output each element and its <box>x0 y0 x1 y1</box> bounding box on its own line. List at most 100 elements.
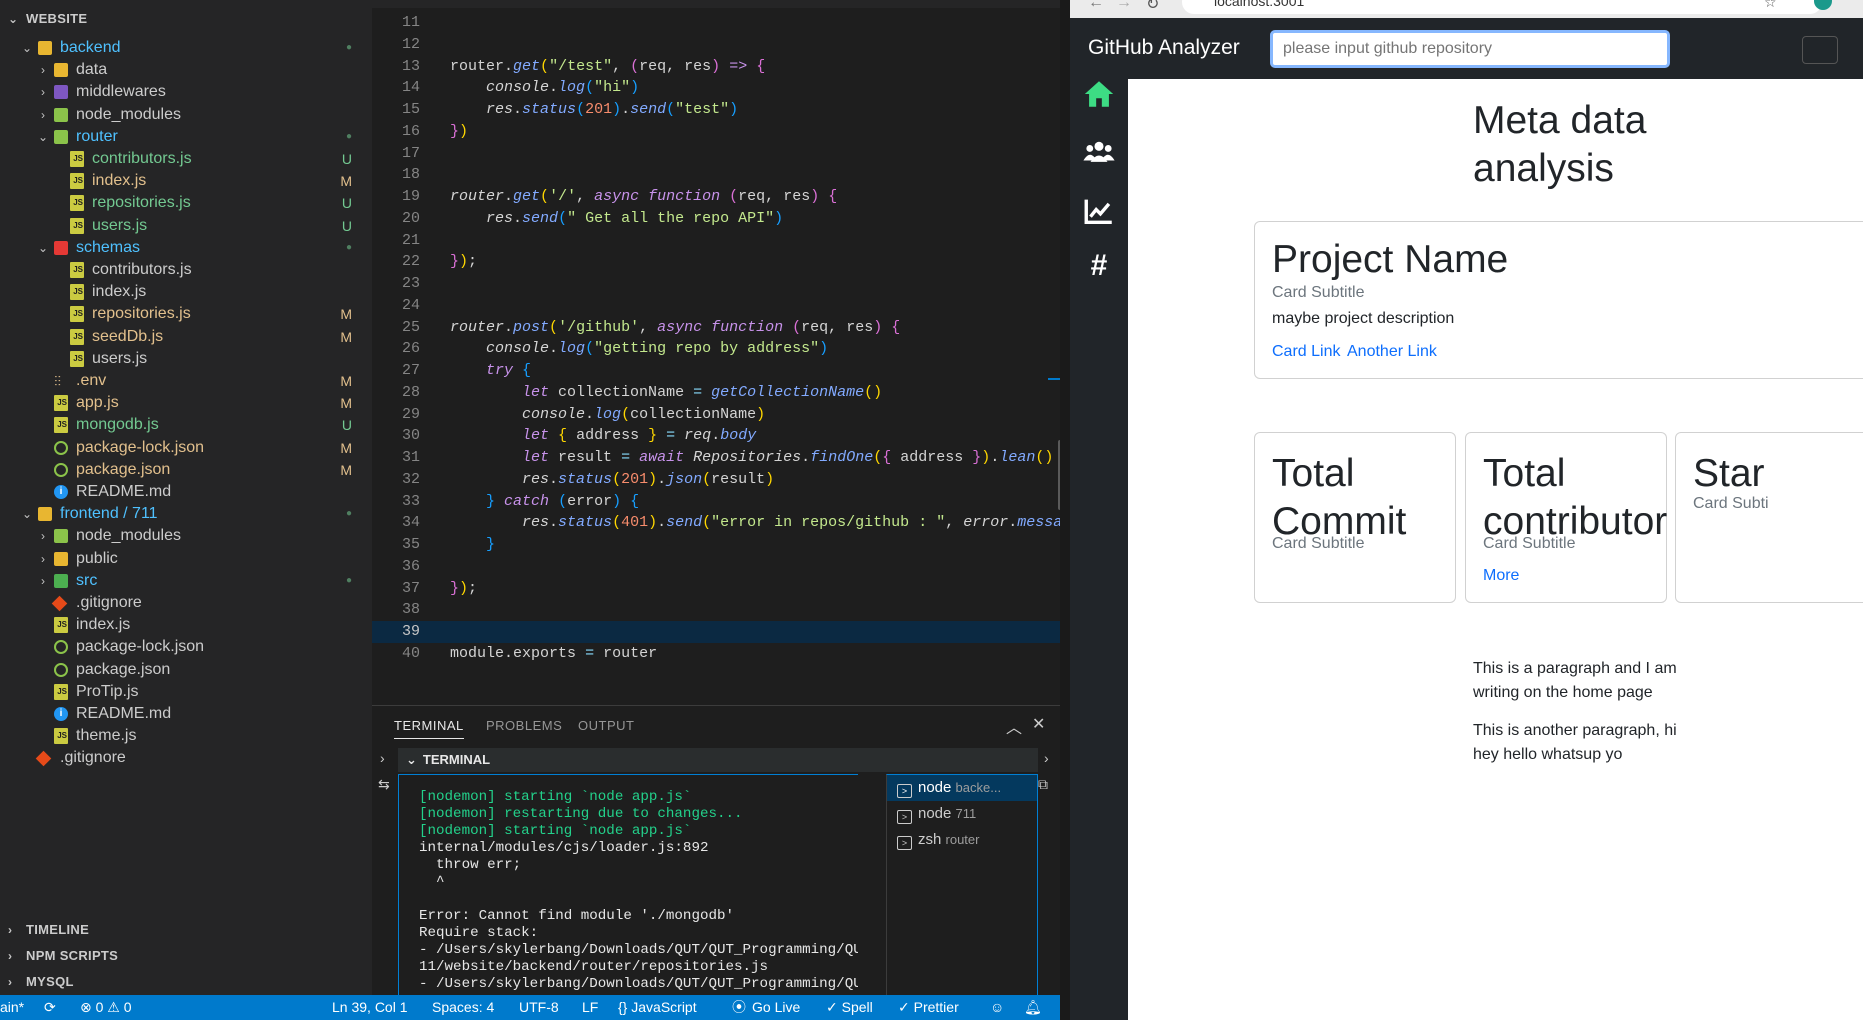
forward-icon[interactable]: → <box>1116 0 1132 12</box>
folder-icon <box>54 573 68 588</box>
line-number: 36 <box>401 557 420 575</box>
code-line[interactable]: 21 <box>372 230 1060 252</box>
sync-icon[interactable]: ⟳ <box>44 995 56 1020</box>
bell-icon[interactable]: 🔔︎ <box>1024 995 1042 1020</box>
hashtag-icon[interactable]: # <box>1082 249 1116 283</box>
users-icon[interactable] <box>1082 135 1116 169</box>
line-number: 26 <box>401 340 420 358</box>
terminal-instance[interactable]: > node 711 <box>887 801 1037 827</box>
cursor-position[interactable]: Ln 39, Col 1 <box>332 995 408 1020</box>
code-line[interactable]: 27 try { <box>372 360 1060 382</box>
language-mode[interactable]: {} JavaScript <box>618 995 697 1020</box>
terminal-instance[interactable]: > zsh router <box>887 827 1037 853</box>
code-line[interactable]: 28 let collectionName = getCollectionNam… <box>372 382 1060 404</box>
code-line[interactable]: 30 let { address } = req.body <box>372 425 1060 447</box>
line-number: 17 <box>401 144 420 162</box>
code-line[interactable]: 12 <box>372 34 1060 56</box>
code-line[interactable]: 24 <box>372 295 1060 317</box>
code-line[interactable]: 25 router.post('/github', async function … <box>372 317 1060 339</box>
line-source: try { <box>486 362 532 379</box>
encoding[interactable]: UTF-8 <box>519 995 559 1020</box>
code-line[interactable]: 14 console.log("hi") <box>372 77 1060 99</box>
star-icon[interactable]: ☆ <box>1764 0 1777 11</box>
split-terminal-icon[interactable]: ⇆ <box>378 776 390 793</box>
code-line[interactable]: 16}) <box>372 121 1060 143</box>
line-number: 12 <box>401 35 420 53</box>
code-line[interactable]: 36 <box>372 556 1060 578</box>
line-source: }); <box>450 253 478 271</box>
more-link[interactable]: More <box>1483 567 1519 585</box>
terminal-instance[interactable]: > node backe... <box>887 775 1037 801</box>
menu-toggle-button[interactable] <box>1802 36 1838 64</box>
code-line[interactable]: 31 let result = await Repositories.findO… <box>372 447 1060 469</box>
code-line[interactable]: 13 router.get("/test", (req, res) => { <box>372 56 1060 78</box>
code-line[interactable]: 23 <box>372 273 1060 295</box>
golive-icon[interactable]: ⦿ <box>732 995 746 1020</box>
indentation[interactable]: Spaces: 4 <box>432 995 494 1020</box>
npm-scripts-label: NPM SCRIPTS <box>26 948 119 963</box>
prettier[interactable]: ✓ Prettier <box>898 995 959 1020</box>
code-line[interactable]: 34 res.status(401).send("error in repos/… <box>372 512 1060 534</box>
code-line[interactable]: 22}); <box>372 251 1060 273</box>
tab-problems[interactable]: PROBLEMS <box>486 718 562 733</box>
code-line[interactable]: 26 console.log("getting repo by address"… <box>372 338 1060 360</box>
chart-line-icon[interactable] <box>1082 194 1116 228</box>
mysql-section[interactable]: › MYSQL <box>0 969 74 995</box>
terminal-header[interactable]: ⌄ TERMINAL <box>398 748 1038 772</box>
go-live-button[interactable]: Go Live <box>752 995 800 1020</box>
line-source: res.status(201).send("test") <box>486 101 739 118</box>
code-line[interactable]: 19 router.get('/', async function (req, r… <box>372 186 1060 208</box>
terminal-line: [nodemon] starting `node app.js` <box>419 789 692 805</box>
code-line[interactable]: 18 <box>372 164 1060 186</box>
repository-search-input[interactable] <box>1270 30 1670 68</box>
npm-scripts-section[interactable]: › NPM SCRIPTS <box>0 943 118 969</box>
code-line[interactable]: 11 <box>372 12 1060 34</box>
tab-output[interactable]: OUTPUT <box>578 718 634 733</box>
code-line[interactable]: 33 } catch (error) { <box>372 491 1060 513</box>
code-line[interactable]: 15 res.status(201).send("test") <box>372 99 1060 121</box>
another-link[interactable]: Another Link <box>1347 343 1437 361</box>
timeline-section[interactable]: › TIMELINE <box>0 917 89 943</box>
code-line[interactable]: 17 <box>372 143 1060 165</box>
chevron-right-icon[interactable]: › <box>380 750 385 766</box>
window-divider <box>1060 0 1070 1020</box>
code-line[interactable]: 20 res.send(" Get all the repo API") <box>372 208 1060 230</box>
home-icon[interactable] <box>1082 77 1116 111</box>
code-line[interactable]: 40 module.exports = router <box>372 643 1060 665</box>
project-card: Project Name Card Subtitle maybe project… <box>1254 221 1863 379</box>
git-file-icon <box>35 751 52 767</box>
code-editor[interactable]: 11 12 13 router.get("/test", (req, res) => … <box>372 0 1060 705</box>
card-link[interactable]: Card Link <box>1272 343 1340 361</box>
code-line[interactable]: 32 res.status(201).json(result) <box>372 469 1060 491</box>
code-line[interactable]: 29 console.log(collectionName) <box>372 404 1060 426</box>
back-icon[interactable]: ← <box>1088 0 1104 12</box>
problems-indicator[interactable]: ⊗ 0 ⚠ 0 <box>80 995 132 1020</box>
code-line[interactable]: 38 <box>372 599 1060 621</box>
brand-title[interactable]: GitHub Analyzer <box>1088 36 1240 60</box>
spell-check[interactable]: ✓ Spell <box>826 995 873 1020</box>
line-source: } <box>486 536 496 553</box>
reload-icon[interactable]: ↻ <box>1146 0 1159 14</box>
chevron-right-icon[interactable]: › <box>1044 750 1049 766</box>
address-bar[interactable]: localhost:3001 <box>1182 0 1822 14</box>
code-line[interactable]: 37}); <box>372 578 1060 600</box>
code-line[interactable]: 35 } <box>372 534 1060 556</box>
tab-terminal[interactable]: TERMINAL <box>394 718 464 739</box>
terminal-icon: > <box>897 784 912 798</box>
close-panel-icon[interactable]: ✕ <box>1032 714 1045 734</box>
code-line[interactable]: 39 <box>372 621 1060 643</box>
terminal-cwd: 711 <box>955 806 977 821</box>
tree-item[interactable]: .gitignore <box>0 745 372 771</box>
maximize-panel-icon[interactable]: ︿ <box>1006 714 1022 738</box>
branch-indicator[interactable]: ain* <box>0 995 24 1020</box>
folder-icon <box>54 63 68 78</box>
card-title: Project Name <box>1272 238 1509 281</box>
end-of-line[interactable]: LF <box>582 995 598 1020</box>
line-source: router.get("/test", (req, res) => { <box>450 57 766 75</box>
kill-terminal-icon[interactable]: ⧉ <box>1038 776 1048 793</box>
terminal-line: internal/modules/cjs/loader.js:892 <box>419 840 709 856</box>
feedback-icon[interactable]: ☺ <box>990 995 1004 1020</box>
explorer-root-header[interactable]: ⌄ WEBSITE <box>0 6 87 32</box>
terminal-output[interactable]: [nodemon] starting `node app.js` [nodemon… <box>398 774 858 996</box>
